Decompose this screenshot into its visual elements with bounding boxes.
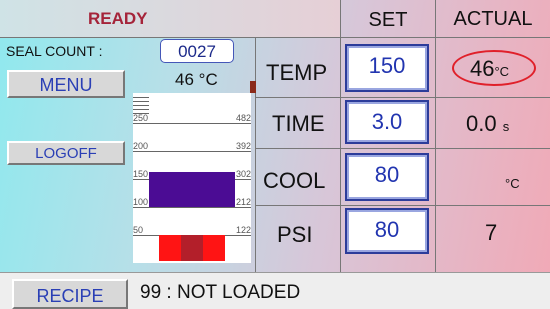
gauge-tick — [133, 109, 149, 110]
temperature-readout-value: 46 — [175, 70, 194, 89]
gauge-tick-label-right: 392 — [235, 141, 251, 151]
row-divider — [255, 97, 550, 98]
status-bar — [0, 0, 340, 38]
heater-indicator — [181, 235, 203, 261]
param-label-psi: PSI — [277, 222, 313, 247]
gauge-tick — [133, 105, 149, 106]
heater-indicator — [203, 235, 225, 261]
gauge-tick-label-right: 302 — [235, 169, 251, 179]
menu-button[interactable]: MENU — [7, 70, 125, 98]
grid-divider — [255, 38, 256, 272]
gauge-gridline — [133, 123, 251, 124]
seal-count-value: 0027 — [160, 39, 234, 63]
temperature-gauge: 250 482 200 392 150 302 100 212 50 122 — [133, 93, 251, 263]
gauge-tick-label-right: 122 — [235, 225, 251, 235]
actual-temp-number: 46 — [470, 56, 495, 81]
gauge-tick-label-left: 150 — [133, 169, 149, 179]
param-label-time: TIME — [272, 111, 325, 136]
set-column-header: SET — [340, 0, 435, 38]
row-divider — [255, 148, 550, 149]
recipe-separator: : — [166, 282, 172, 303]
actual-temp-unit: °C — [494, 64, 510, 79]
gauge-tick-label-left: 50 — [133, 225, 144, 235]
seal-count-label: SEAL COUNT : — [6, 43, 103, 59]
gauge-level-bar — [149, 172, 235, 207]
set-psi-input[interactable]: 80 — [345, 208, 429, 254]
actual-column-header: ACTUAL — [435, 0, 550, 38]
gauge-tick — [133, 97, 149, 98]
set-time-input[interactable]: 3.0 — [345, 100, 429, 144]
actual-time-value: 0.0 s — [466, 111, 509, 137]
actual-cool-unit: °C — [505, 176, 520, 191]
gauge-tick-label-right: 482 — [235, 113, 251, 123]
gauge-gridline — [133, 207, 251, 208]
recipe-status: 99 : NOT LOADED — [140, 282, 300, 304]
param-label-cool: COOL — [263, 168, 326, 193]
gauge-tick-label-left: 200 — [133, 141, 149, 151]
actual-psi-value: 7 — [485, 220, 498, 245]
actual-time-unit: s — [502, 119, 510, 134]
recipe-status-text: NOT LOADED — [176, 282, 301, 303]
actual-temp-value: 46°C — [470, 56, 509, 82]
recipe-number: 99 — [140, 282, 162, 303]
heater-indicator — [159, 235, 181, 261]
temperature-readout: 46 °C — [175, 70, 218, 90]
logoff-button[interactable]: LOGOFF — [7, 141, 125, 165]
gauge-marker — [250, 81, 256, 93]
param-label-temp: TEMP — [266, 60, 328, 85]
actual-time-number: 0.0 — [466, 111, 497, 136]
set-temp-input[interactable]: 150 — [345, 44, 429, 92]
recipe-button[interactable]: RECIPE — [12, 279, 128, 309]
actual-cool-value: °C — [505, 168, 520, 194]
gauge-gridline — [133, 151, 251, 152]
gauge-tick-label-right: 212 — [235, 197, 251, 207]
grid-divider — [340, 38, 341, 272]
gauge-tick-label-left: 100 — [133, 197, 149, 207]
gauge-tick-label-left: 250 — [133, 113, 149, 123]
row-divider — [255, 205, 550, 206]
set-cool-input[interactable]: 80 — [345, 153, 429, 201]
status-label: READY — [88, 9, 148, 28]
grid-divider — [435, 38, 436, 272]
gauge-tick — [133, 101, 149, 102]
temperature-readout-unit: °C — [198, 70, 218, 89]
